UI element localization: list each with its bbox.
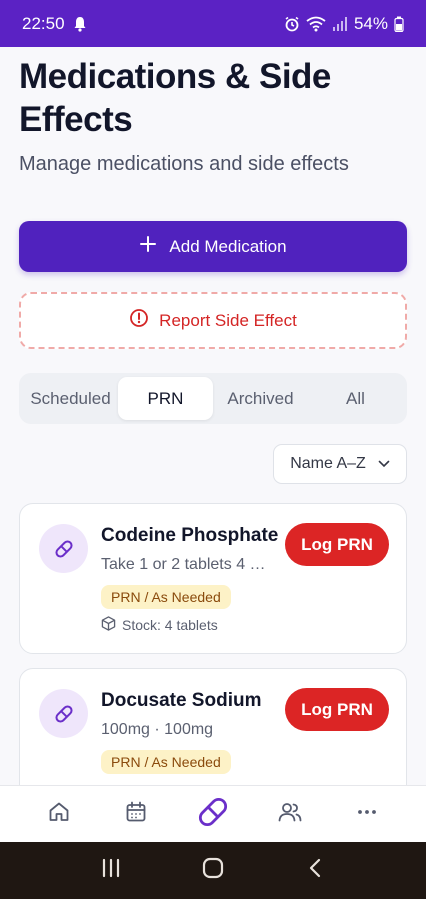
page-title: Medications & Side Effects	[19, 57, 331, 139]
wifi-icon	[306, 16, 326, 32]
log-prn-button[interactable]: Log PRN	[285, 523, 389, 566]
add-medication-button[interactable]: Add Medication	[19, 221, 407, 272]
medication-name: Docusate Sodium	[101, 690, 262, 711]
pill-icon	[39, 524, 88, 573]
nav-medications[interactable]	[191, 792, 235, 836]
back-icon[interactable]	[304, 857, 326, 884]
page-subtitle: Manage medications and side effects	[19, 153, 349, 175]
medication-card[interactable]: Docusate Sodium 100mg · 100mg PRN / As N…	[19, 668, 407, 785]
more-icon	[355, 800, 379, 829]
battery-icon	[394, 16, 404, 32]
tab-archived[interactable]: Archived	[213, 377, 308, 420]
home-icon	[47, 800, 71, 829]
plus-icon	[139, 235, 157, 258]
signal-icon	[332, 16, 348, 32]
tab-prn[interactable]: PRN	[118, 377, 213, 420]
report-side-effect-button[interactable]: Report Side Effect	[19, 292, 407, 349]
recent-apps-icon[interactable]	[100, 857, 122, 884]
calendar-icon	[124, 800, 148, 829]
prn-badge: PRN / As Needed	[101, 585, 231, 609]
nav-more[interactable]	[345, 792, 389, 836]
home-button-icon[interactable]	[201, 856, 225, 885]
medication-description: 100mg · 100mg	[101, 721, 214, 738]
status-bar: 22:50 54%	[0, 0, 426, 47]
package-icon	[101, 616, 116, 634]
sort-value: Name A–Z	[290, 455, 366, 472]
people-icon	[277, 800, 303, 829]
sort-select[interactable]: Name A–Z	[273, 444, 407, 484]
pill-icon	[39, 689, 88, 738]
chevron-down-icon	[378, 455, 390, 473]
notification-bell-icon	[73, 16, 87, 32]
prn-badge: PRN / As Needed	[101, 750, 231, 774]
medication-description: Take 1 or 2 tablets 4 …	[101, 556, 266, 573]
system-nav-bar	[0, 842, 426, 899]
stock-info: Stock: 4 tablets	[101, 616, 218, 634]
add-medication-label: Add Medication	[169, 236, 287, 256]
nav-calendar[interactable]	[114, 792, 158, 836]
alert-circle-icon	[129, 308, 149, 333]
tab-scheduled[interactable]: Scheduled	[23, 377, 118, 420]
report-side-effect-label: Report Side Effect	[159, 310, 297, 330]
medication-card[interactable]: Codeine Phosphate Take 1 or 2 tablets 4 …	[19, 503, 407, 654]
tab-all[interactable]: All	[308, 377, 403, 420]
main-content[interactable]: Medications & Side Effects Manage medica…	[0, 47, 426, 785]
log-prn-button[interactable]: Log PRN	[285, 688, 389, 731]
bottom-nav	[0, 785, 426, 842]
medication-filter-tabs: Scheduled PRN Archived All	[19, 373, 407, 424]
nav-home[interactable]	[37, 792, 81, 836]
status-time: 22:50	[22, 13, 65, 33]
alarm-icon	[284, 16, 300, 32]
battery-percent: 54%	[353, 13, 388, 33]
medication-name: Codeine Phosphate	[101, 525, 279, 546]
nav-people[interactable]	[268, 792, 312, 836]
pill-icon	[195, 794, 231, 835]
stock-text: Stock: 4 tablets	[122, 617, 218, 633]
